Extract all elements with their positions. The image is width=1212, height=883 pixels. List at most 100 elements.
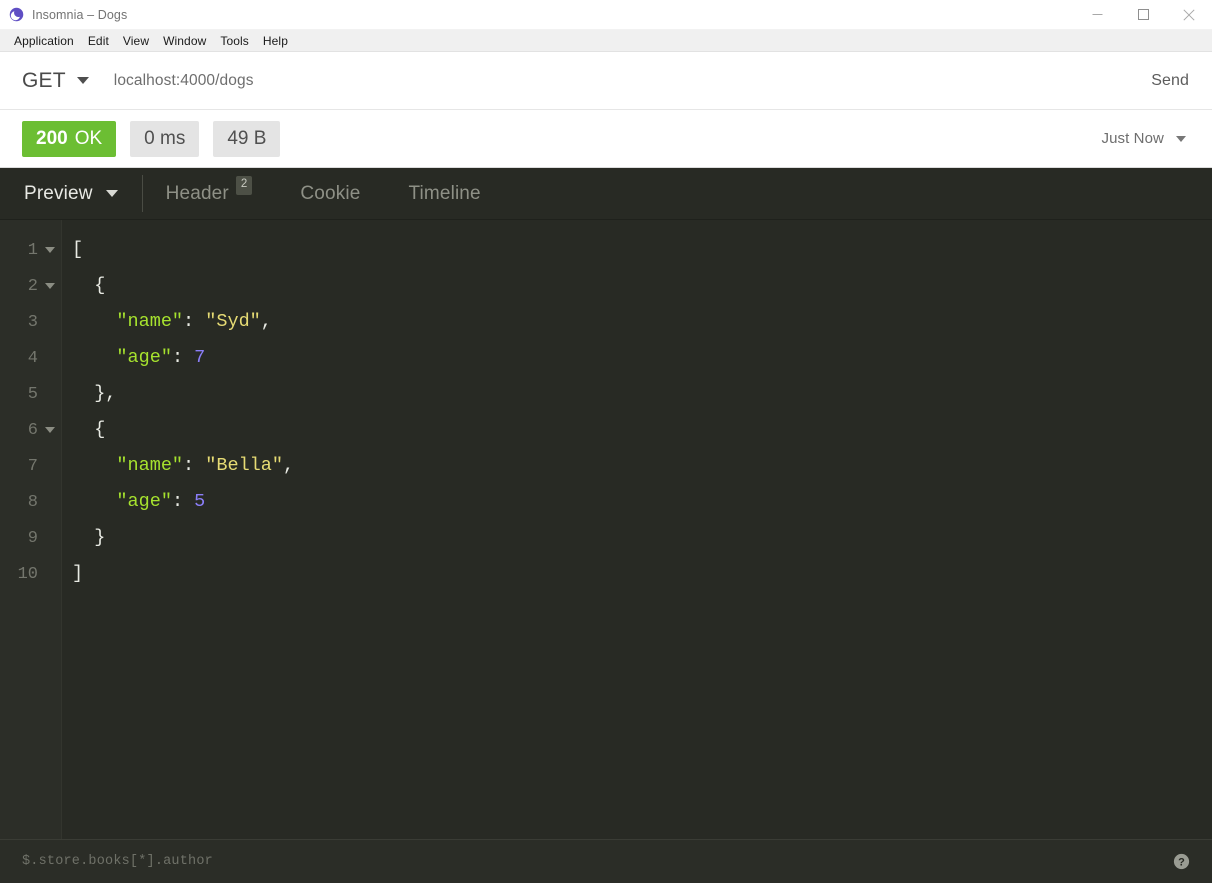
menu-item-window[interactable]: Window (156, 30, 213, 52)
line-number: 10 (17, 564, 38, 584)
window-controls (1074, 0, 1212, 30)
code-token-punct: , (282, 454, 295, 476)
code-line: }, (72, 376, 1212, 412)
tab-cookie-label: Cookie (300, 182, 361, 204)
code-token-punct: [ (72, 238, 84, 260)
code-line: ] (72, 556, 1212, 592)
line-number: 9 (27, 528, 38, 548)
code-line: "name": "Bella", (72, 448, 1212, 484)
tab-timeline[interactable]: Timeline (384, 168, 504, 219)
maximize-button[interactable] (1120, 0, 1166, 30)
status-badge[interactable]: 200 OK (22, 120, 117, 157)
chevron-down-icon (76, 77, 89, 84)
code-token-str: "Bella" (205, 454, 283, 476)
response-size-badge[interactable]: 49 B (213, 120, 281, 157)
fold-triangle-icon[interactable] (45, 426, 55, 433)
gutter-row: 5 (0, 376, 61, 412)
gutter-row: 4 (0, 340, 61, 376)
editor-line-number-gutter: 1 2 3 4 5 6 7 8 9 10 (0, 220, 62, 839)
response-status-bar: 200 OK 0 ms 49 B Just Now (0, 110, 1212, 168)
window-title: Insomnia – Dogs (32, 7, 128, 22)
response-history-label: Just Now (1101, 130, 1164, 147)
menu-item-view[interactable]: View (116, 30, 156, 52)
code-token-num: 5 (194, 490, 206, 512)
code-token-punct (72, 349, 116, 368)
chevron-down-icon (105, 190, 118, 197)
send-button[interactable]: Send (1131, 52, 1212, 110)
response-pane-tabs: Preview Header 2 Cookie Timeline (0, 168, 1212, 220)
tab-header-label: Header (165, 182, 229, 204)
insomnia-app-window: Insomnia – Dogs Application Edit View Wi… (0, 0, 1212, 883)
code-token-punct: : (171, 490, 195, 512)
line-number: 8 (27, 492, 38, 512)
code-token-key: "age" (116, 490, 172, 512)
close-button[interactable] (1166, 0, 1212, 30)
code-token-punct: { (72, 418, 106, 440)
code-token-punct (72, 457, 116, 476)
response-history-dropdown[interactable]: Just Now (1102, 130, 1191, 147)
minimize-button[interactable] (1074, 0, 1120, 30)
gutter-row: 2 (0, 268, 61, 304)
status-text: OK (74, 127, 103, 149)
code-line: [ (72, 232, 1212, 268)
gutter-row: 8 (0, 484, 61, 520)
menu-item-tools[interactable]: Tools (213, 30, 256, 52)
response-time-badge[interactable]: 0 ms (130, 120, 200, 157)
tab-timeline-label: Timeline (408, 182, 481, 204)
menu-bar: Application Edit View Window Tools Help (0, 30, 1212, 52)
code-token-punct: }, (72, 382, 117, 404)
code-token-punct: , (260, 310, 272, 332)
editor-code-area[interactable]: [ { "name": "Syd", "age": 7 }, { "name":… (62, 220, 1212, 839)
code-token-key: "name" (116, 310, 184, 332)
title-bar: Insomnia – Dogs (0, 0, 1212, 30)
url-input[interactable] (88, 71, 1132, 90)
line-number: 2 (27, 276, 38, 296)
response-filter-bar: ? (0, 839, 1212, 883)
line-number: 4 (27, 348, 38, 368)
code-line: "age": 7 (72, 340, 1212, 376)
code-token-str: "Syd" (205, 310, 261, 332)
gutter-row: 6 (0, 412, 61, 448)
chevron-down-icon (1176, 135, 1186, 142)
gutter-row: 10 (0, 556, 61, 592)
tab-preview[interactable]: Preview (0, 168, 142, 219)
code-token-key: "age" (116, 346, 172, 368)
gutter-row: 9 (0, 520, 61, 556)
fold-triangle-icon[interactable] (45, 282, 55, 289)
code-token-punct (72, 313, 116, 332)
code-line: "name": "Syd", (72, 304, 1212, 340)
question-mark-help-icon[interactable]: ? (1172, 853, 1190, 871)
code-token-punct: ] (72, 562, 84, 584)
http-method-label: GET (22, 68, 66, 92)
svg-text:?: ? (1178, 856, 1185, 868)
code-token-num: 7 (194, 346, 206, 368)
insomnia-moon-logo-icon (9, 7, 24, 22)
response-body-editor[interactable]: 1 2 3 4 5 6 7 8 9 10 [ { "name": "Syd", "age": 7 … (0, 220, 1212, 839)
menu-item-help[interactable]: Help (256, 30, 295, 52)
json-filter-input[interactable] (22, 854, 1172, 869)
line-number: 6 (27, 420, 38, 440)
menu-item-edit[interactable]: Edit (81, 30, 116, 52)
code-token-key: "name" (116, 454, 184, 476)
menu-item-application[interactable]: Application (7, 30, 81, 52)
tab-cookie[interactable]: Cookie (276, 168, 384, 219)
code-token-punct: : (183, 310, 206, 332)
tab-header[interactable]: Header 2 (141, 168, 277, 219)
http-method-dropdown[interactable]: GET (0, 69, 89, 93)
response-status-tags: 200 OK 0 ms 49 B (22, 120, 281, 157)
code-token-punct (72, 493, 116, 512)
fold-triangle-icon[interactable] (45, 246, 55, 253)
line-number: 1 (27, 240, 38, 260)
code-line: } (72, 520, 1212, 556)
code-token-punct: } (72, 526, 106, 548)
code-line: "age": 5 (72, 484, 1212, 520)
gutter-row: 7 (0, 448, 61, 484)
line-number: 5 (27, 384, 38, 404)
status-code: 200 (36, 127, 68, 149)
